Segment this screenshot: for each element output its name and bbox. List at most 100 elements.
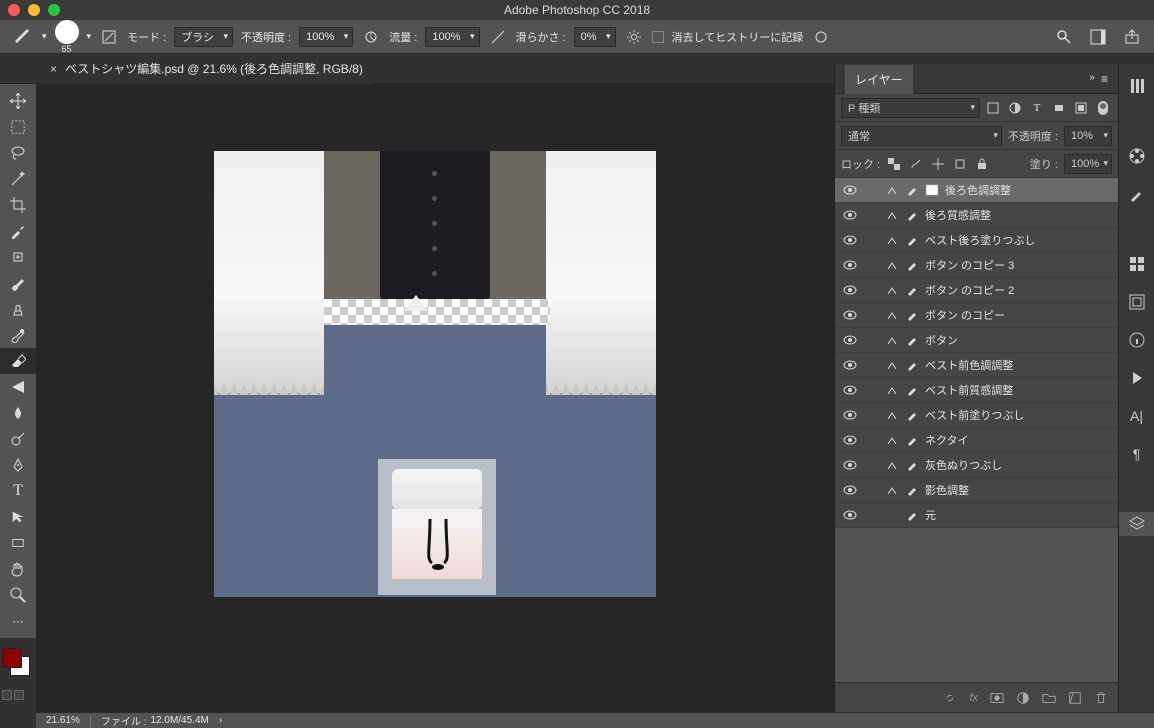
pen-tool[interactable] — [0, 452, 36, 478]
hand-tool[interactable] — [0, 556, 36, 582]
brushes-panel-icon[interactable] — [1125, 182, 1149, 206]
layers-panel-icon[interactable] — [1119, 512, 1154, 536]
history-checkbox[interactable] — [652, 31, 664, 43]
visibility-icon[interactable] — [841, 360, 859, 370]
fill-dropdown[interactable]: 100% — [1064, 154, 1112, 174]
visibility-icon[interactable] — [841, 310, 859, 320]
lock-artboard-icon[interactable] — [952, 156, 968, 172]
fullscreen-window-button[interactable] — [48, 4, 60, 16]
layer-row[interactable]: 灰色ぬりつぶし — [835, 453, 1118, 478]
swatches-panel-icon[interactable] — [1125, 252, 1149, 276]
smoothing-dropdown[interactable]: 0% — [574, 27, 616, 47]
lock-all-icon[interactable] — [974, 156, 990, 172]
visibility-icon[interactable] — [841, 385, 859, 395]
healing-brush-tool[interactable] — [0, 244, 36, 270]
magic-wand-tool[interactable] — [0, 166, 36, 192]
visibility-icon[interactable] — [841, 485, 859, 495]
layer-row[interactable]: 元 — [835, 503, 1118, 528]
adjustment-layer-icon[interactable] — [1016, 691, 1030, 705]
blur-tool[interactable] — [0, 400, 36, 426]
visibility-icon[interactable] — [841, 510, 859, 520]
history-brush-tool[interactable] — [0, 322, 36, 348]
status-more-icon[interactable]: › — [219, 715, 222, 726]
chevron-down-icon[interactable]: ▾ — [42, 31, 47, 42]
filter-pixel-icon[interactable] — [984, 99, 1002, 117]
layer-mask-icon[interactable] — [990, 691, 1004, 705]
foreground-color[interactable] — [2, 648, 22, 668]
close-window-button[interactable] — [8, 4, 20, 16]
info-panel-icon[interactable] — [1125, 328, 1149, 352]
flow-dropdown[interactable]: 100% — [425, 27, 479, 47]
visibility-icon[interactable] — [841, 410, 859, 420]
search-icon[interactable] — [1054, 27, 1074, 47]
close-tab-icon[interactable]: × — [50, 62, 57, 76]
gradient-tool[interactable] — [0, 374, 36, 400]
trash-icon[interactable] — [1094, 691, 1108, 705]
quick-mask-toggle[interactable] — [2, 690, 24, 700]
gear-icon[interactable] — [624, 27, 644, 47]
brush-preview[interactable] — [55, 20, 79, 44]
new-layer-icon[interactable] — [1068, 691, 1082, 705]
link-layers-icon[interactable] — [943, 691, 957, 705]
zoom-level[interactable]: 21.61% — [46, 715, 80, 726]
lock-position-icon[interactable] — [930, 156, 946, 172]
layer-row[interactable]: ベスト前色調調整 — [835, 353, 1118, 378]
lock-transparency-icon[interactable] — [886, 156, 902, 172]
tool-preview[interactable] — [12, 26, 34, 48]
color-panel-icon[interactable] — [1125, 144, 1149, 168]
group-icon[interactable] — [1042, 691, 1056, 705]
panel-collapse-icon[interactable]: » — [1089, 72, 1095, 86]
visibility-icon[interactable] — [841, 460, 859, 470]
brush-panel-toggle[interactable] — [99, 27, 119, 47]
layer-row[interactable]: ボタン のコピー 2 — [835, 278, 1118, 303]
layer-row[interactable]: ボタン — [835, 328, 1118, 353]
paragraph-panel-icon[interactable]: ¶ — [1125, 442, 1149, 466]
brush-tool[interactable] — [0, 270, 36, 296]
lock-image-icon[interactable] — [908, 156, 924, 172]
actions-panel-icon[interactable] — [1125, 366, 1149, 390]
text-tool[interactable]: T — [0, 478, 36, 504]
layer-row[interactable]: 影色調整 — [835, 478, 1118, 503]
toolbox-more[interactable]: ⋯ — [0, 608, 36, 634]
patterns-panel-icon[interactable] — [1125, 290, 1149, 314]
layer-row[interactable]: ネクタイ — [835, 428, 1118, 453]
airbrush-icon[interactable] — [488, 27, 508, 47]
filter-toggle[interactable] — [1094, 99, 1112, 117]
document-tab[interactable]: × ベストシャツ編集.psd @ 21.6% (後ろ色調調整, RGB/8) — [40, 54, 373, 84]
character-panel-icon[interactable]: A| — [1125, 404, 1149, 428]
brush-settings-panel-icon[interactable] — [1125, 74, 1149, 98]
zoom-tool[interactable] — [0, 582, 36, 608]
opacity-dropdown[interactable]: 100% — [299, 27, 353, 47]
clone-stamp-tool[interactable] — [0, 296, 36, 322]
dodge-tool[interactable] — [0, 426, 36, 452]
filter-text-icon[interactable]: T — [1028, 99, 1046, 117]
chevron-down-icon[interactable]: ▾ — [87, 31, 92, 42]
crop-tool[interactable] — [0, 192, 36, 218]
visibility-icon[interactable] — [841, 435, 859, 445]
panel-menu-icon[interactable]: ≡ — [1101, 72, 1108, 86]
layer-row[interactable]: ボタン のコピー — [835, 303, 1118, 328]
eyedropper-tool[interactable] — [0, 218, 36, 244]
layer-filter-dropdown[interactable]: P 種類 — [841, 98, 980, 118]
visibility-icon[interactable] — [841, 235, 859, 245]
filter-shape-icon[interactable] — [1050, 99, 1068, 117]
blend-mode-dropdown[interactable]: ブラシ — [174, 27, 233, 47]
visibility-icon[interactable] — [841, 285, 859, 295]
layer-opacity-dropdown[interactable]: 10% — [1064, 126, 1112, 146]
minimize-window-button[interactable] — [28, 4, 40, 16]
visibility-icon[interactable] — [841, 260, 859, 270]
visibility-icon[interactable] — [841, 185, 859, 195]
eraser-tool[interactable] — [0, 348, 36, 374]
color-swatches[interactable] — [2, 648, 34, 680]
canvas-area[interactable] — [36, 84, 834, 712]
layers-tab[interactable]: レイヤー — [845, 65, 913, 94]
filter-adjust-icon[interactable] — [1006, 99, 1024, 117]
layer-row[interactable]: ベスト後ろ塗りつぶし — [835, 228, 1118, 253]
pressure-size-icon[interactable] — [811, 27, 831, 47]
move-tool[interactable] — [0, 88, 36, 114]
pressure-opacity-icon[interactable] — [361, 27, 381, 47]
filter-smart-icon[interactable] — [1072, 99, 1090, 117]
rectangle-tool[interactable] — [0, 530, 36, 556]
layer-row[interactable]: 後ろ質感調整 — [835, 203, 1118, 228]
marquee-tool[interactable] — [0, 114, 36, 140]
